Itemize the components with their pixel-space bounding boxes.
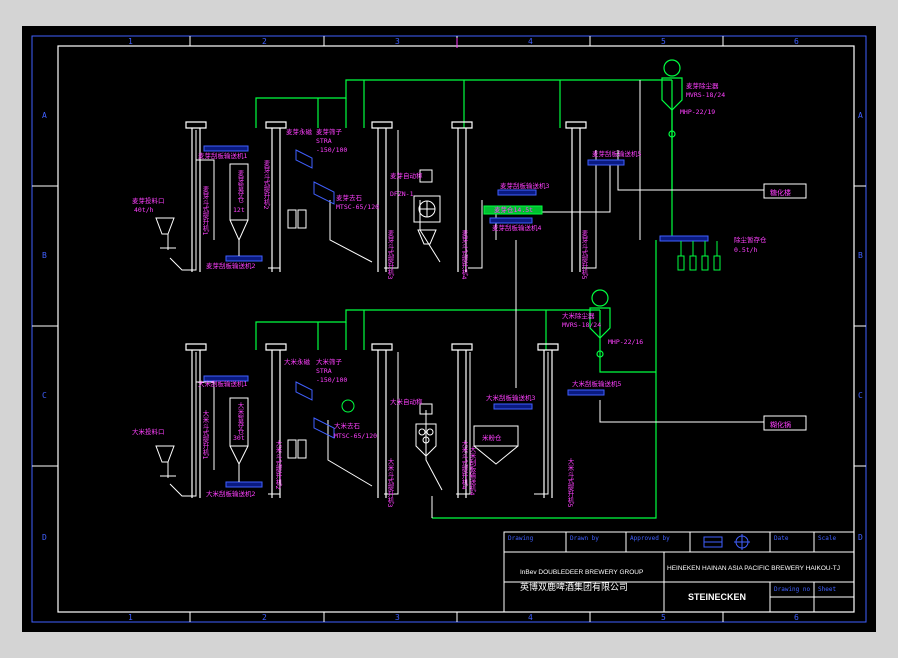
rice-elevator4-label: 大米斗式提升机4	[460, 439, 468, 490]
rice-conveyor1-label: 大米刮板输送机1	[198, 379, 248, 388]
malt-bin-label: 麦芽仓14.5t	[494, 205, 533, 214]
malt-elevator1-label: 麦芽斗式提升机1	[201, 185, 209, 236]
malt-filter-model: MVRS-18/24	[686, 91, 725, 99]
tb-cell-drawing-no: Drawing no	[774, 586, 811, 593]
rice-sieve-spec: -150/100	[316, 376, 347, 384]
malt-conveyor2-label: 麦芽刮板输送机2	[206, 261, 256, 270]
malt-stoner-label: 麦芽去石	[336, 193, 363, 202]
rice-elevator2-label: 大米斗式提升机2	[274, 439, 282, 490]
malt-sieve-model: STRA	[316, 137, 332, 145]
col-label-2-top: 2	[262, 37, 267, 46]
malt-conveyor3-label: 麦芽刮板输送机3	[500, 181, 550, 190]
malt-intake-label: 麦芽投料口	[132, 196, 165, 205]
row-label-a-left: A	[42, 111, 47, 120]
malt-stoner-model: MTSC-65/120	[336, 203, 379, 211]
rice-elevator1-label: 大米斗式提升机1	[201, 409, 209, 460]
rice-fan-model: MHP-22/16	[608, 338, 643, 346]
row-label-c-left: C	[42, 391, 47, 400]
rice-magnet-label: 大米永磁	[284, 357, 311, 366]
rice-intake-label: 大米投料口	[132, 427, 165, 436]
malt-silo-cap: 12t	[233, 206, 245, 214]
col-label-6-bottom: 6	[794, 613, 799, 622]
malt-filter-label: 麦芽除尘器	[686, 81, 719, 90]
row-label-d-right: D	[858, 533, 863, 542]
tb-project: HEINEKEN HAINAN ASIA PACIFIC BREWERY HAI…	[667, 565, 840, 572]
malt-elevator5-label: 麦芽斗式提升机5	[580, 229, 588, 280]
col-label-1-bottom: 1	[128, 613, 133, 622]
rice-conveyor4-label: 大米刮板输送机4	[468, 445, 476, 496]
malt-intake-rate: 40t/h	[134, 206, 154, 214]
tb-company-en: InBev DOUBLEDEER BREWERY GROUP	[520, 569, 643, 576]
rice-conveyor2-label: 大米刮板输送机2	[206, 489, 256, 498]
tb-cell-scale: Scale	[818, 535, 836, 542]
row-label-c-right: C	[858, 391, 863, 400]
malt-conveyor4-label: 麦芽刮板输送机4	[492, 223, 542, 232]
malt-conveyor5-label: 麦芽刮板输送机5	[592, 149, 642, 158]
col-label-1-top: 1	[128, 37, 133, 46]
malt-dust-bin-cap: 0.5t/h	[734, 246, 758, 254]
rice-conveyor3-label: 大米刮板输送机3	[486, 393, 536, 402]
rice-filter-model: MVRS-18/24	[562, 321, 601, 329]
malt-magnet-label: 麦芽永磁	[286, 127, 313, 136]
rice-silo-label: 大米暂存仓	[236, 401, 244, 435]
rice-conveyor5-label: 大米刮板输送机5	[572, 379, 622, 388]
col-label-3-bottom: 3	[395, 613, 400, 622]
tb-cell-date: Date	[774, 535, 789, 542]
tb-cell-drawn: Drawn by	[570, 535, 599, 542]
malt-silo-label: 麦芽暂存仓	[236, 169, 244, 203]
row-label-a-right: A	[858, 111, 863, 120]
col-label-4-top: 4	[528, 37, 533, 46]
tb-cell-drawing: Drawing	[508, 535, 534, 542]
rice-bin-label: 米粉仓	[482, 433, 502, 442]
malt-scale-label: 麦芽自动称	[390, 171, 423, 180]
malt-destination-label: 糖化楼	[770, 188, 791, 197]
rice-destination-label: 糊化锅	[770, 420, 791, 429]
malt-elevator3-label: 麦芽斗式提升机3	[386, 229, 394, 280]
rice-stoner-label: 大米去石	[334, 421, 361, 430]
row-label-d-left: D	[42, 533, 47, 542]
col-label-3-top: 3	[395, 37, 400, 46]
rice-elevator5-label: 大米斗式提升机5	[566, 457, 574, 508]
malt-sieve-label: 麦芽筛子	[316, 127, 343, 136]
tb-cell-approved: Approved by	[630, 535, 670, 542]
row-label-b-left: B	[42, 251, 47, 260]
rice-elevator3-label: 大米斗式提升机3	[386, 457, 394, 508]
malt-elevator2-label: 麦芽斗式提升机2	[262, 159, 270, 210]
rice-stoner-model: MTSC-65/120	[334, 432, 377, 440]
malt-elevator4-label: 麦芽斗式提升机4	[460, 229, 468, 280]
malt-dust-bin-label: 除尘暂存仓	[734, 235, 767, 244]
rice-silo-cap: 30t	[233, 434, 245, 442]
rice-scale-label: 大米自动称	[390, 397, 423, 406]
row-label-b-right: B	[858, 251, 863, 260]
col-label-6-top: 6	[794, 37, 799, 46]
tb-company-cn: 英博双鹿啤酒集团有限公司	[520, 581, 628, 592]
col-label-2-bottom: 2	[262, 613, 267, 622]
cad-drawing: 1 2 3 4 5 6 1 2 3 4 5 6 A B C D A B C D	[22, 26, 876, 632]
malt-fan-model: MHP-22/19	[680, 108, 715, 116]
tb-cell-sheet: Sheet	[818, 586, 836, 593]
tb-vendor: STEINECKEN	[688, 592, 746, 602]
malt-sieve-spec: -150/100	[316, 146, 347, 154]
rice-filter-label: 大米除尘器	[562, 311, 595, 320]
rice-sieve-model: STRA	[316, 367, 332, 375]
malt-conveyor1-label: 麦芽刮板输送机1	[198, 151, 248, 160]
rice-sieve-label: 大米筛子	[316, 357, 343, 366]
col-label-5-top: 5	[661, 37, 666, 46]
col-label-5-bottom: 5	[661, 613, 666, 622]
col-label-4-bottom: 4	[528, 613, 533, 622]
malt-scale-model: DFZN-1	[390, 190, 414, 198]
